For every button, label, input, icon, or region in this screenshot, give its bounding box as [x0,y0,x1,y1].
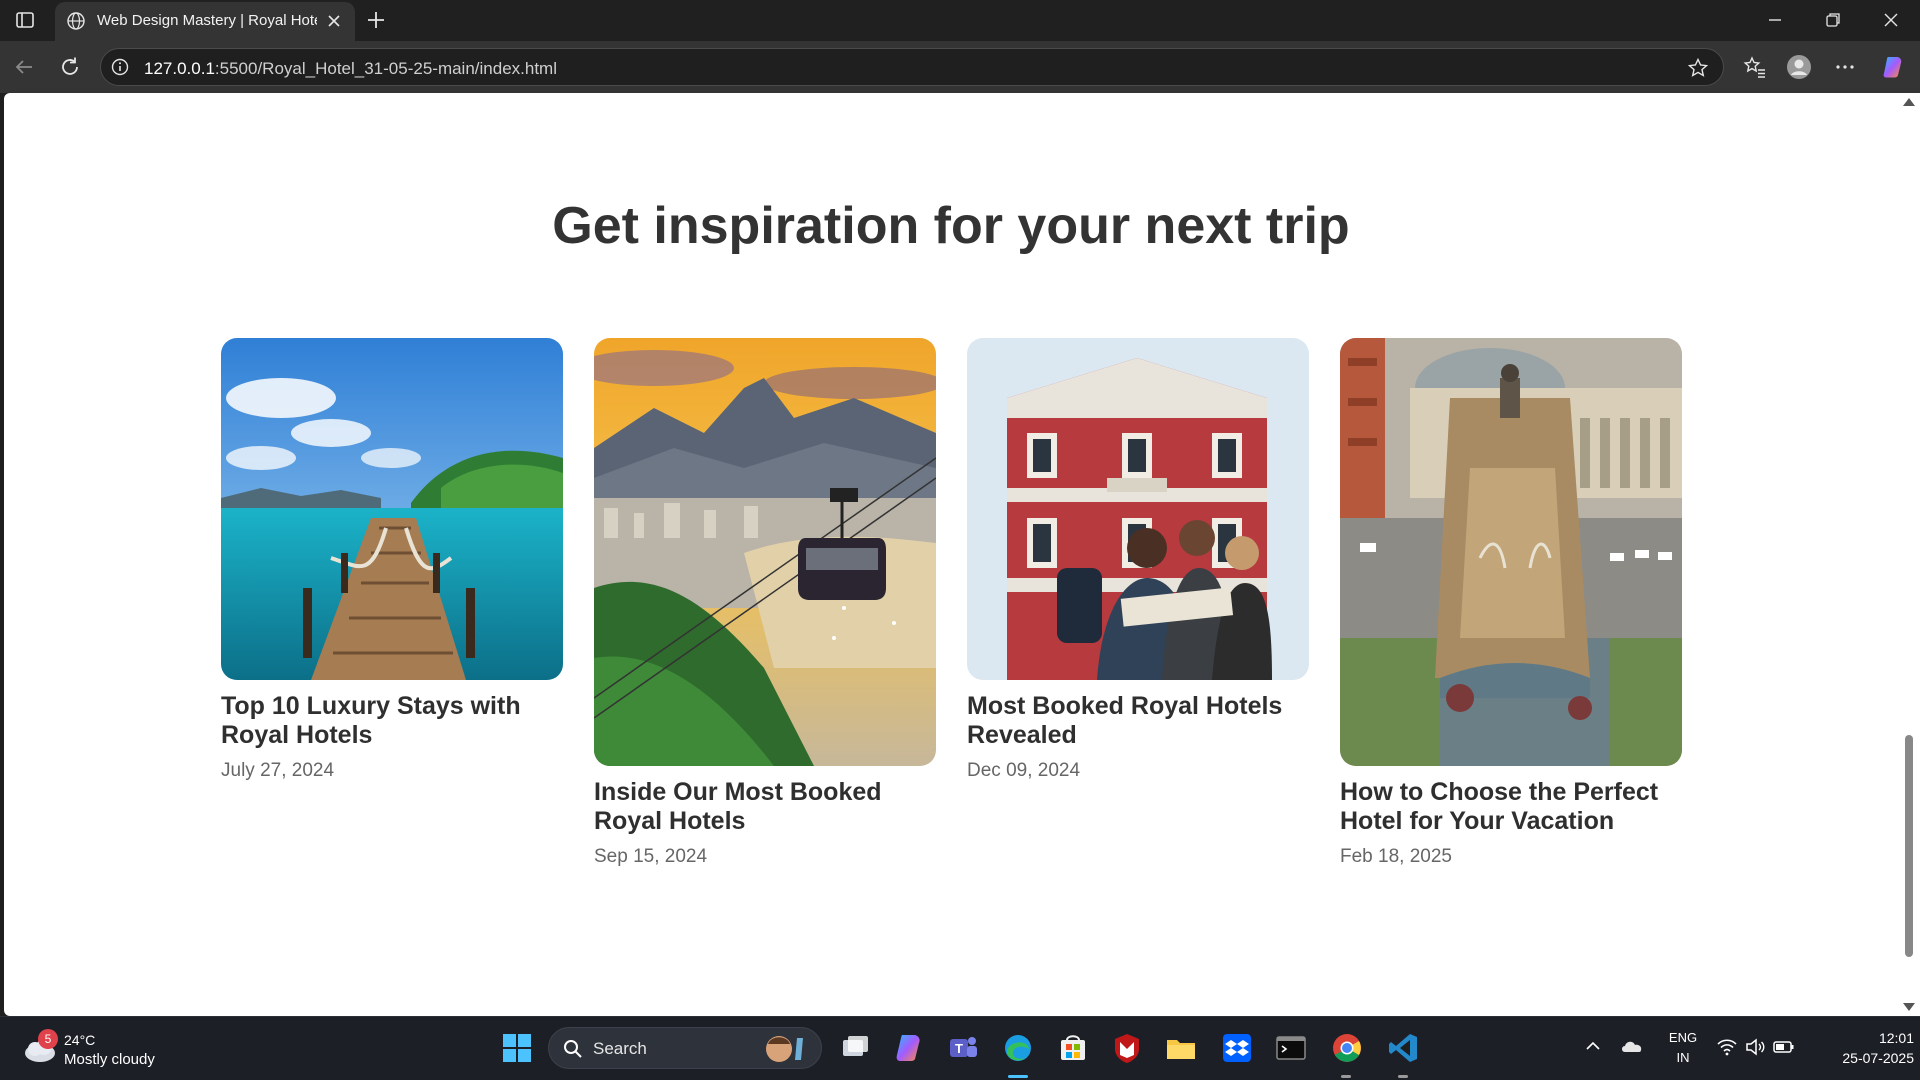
blog-card[interactable]: Inside Our Most Booked Royal Hotels Sep … [594,338,936,868]
blog-card[interactable]: Most Booked Royal Hotels Revealed Dec 09… [967,338,1309,782]
tab-title: Web Design Mastery | Royal Hotel [97,12,317,29]
favorite-star-icon[interactable] [1687,57,1709,79]
battery-icon[interactable] [1772,1037,1796,1057]
weather-widget[interactable]: 5 24°C Mostly cloudy [22,1029,172,1071]
new-tab-icon[interactable] [364,8,388,32]
travelers-red-building-image[interactable] [967,338,1309,680]
language-code: ENG [1668,1030,1698,1045]
onedrive-icon[interactable] [1620,1037,1644,1055]
blog-card[interactable]: Top 10 Luxury Stays with Royal Hotels Ju… [221,338,563,782]
blog-card[interactable]: How to Choose the Perfect Hotel for Your… [1340,338,1682,868]
search-highlight-icon [766,1036,803,1062]
store-icon[interactable] [1056,1031,1090,1065]
weather-condition: Mostly cloudy [64,1051,155,1068]
mcafee-icon[interactable] [1110,1031,1144,1065]
search-icon [564,1040,582,1058]
taskbar: 5 24°C Mostly cloudy Search T ENG IN 12:… [0,1016,1920,1080]
address-toolbar: 127.0.0.1:5500/Royal_Hotel_31-05-25-main… [0,41,1920,93]
profile-avatar-icon[interactable] [1786,54,1812,80]
globe-icon [67,12,85,30]
page-viewport: Get inspiration for your next trip Top 1… [4,93,1898,1016]
region-code: IN [1676,1050,1690,1065]
url-path: :5500/Royal_Hotel_31-05-25-main/index.ht… [214,59,557,78]
scrollbar-thumb[interactable] [1905,735,1913,957]
card-date: Feb 18, 2025 [1340,846,1452,867]
url-bar[interactable]: 127.0.0.1:5500/Royal_Hotel_31-05-25-main… [100,48,1724,86]
minimize-icon[interactable] [1765,10,1785,30]
search-label: Search [593,1039,647,1058]
scroll-up-arrow-icon[interactable] [1903,98,1915,106]
svg-text:T: T [955,1041,963,1056]
volume-icon[interactable] [1744,1037,1766,1057]
scroll-down-arrow-icon[interactable] [1903,1003,1915,1011]
running-app-indicator [1398,1075,1408,1078]
card-title[interactable]: Top 10 Luxury Stays with Royal Hotels [221,692,563,750]
active-tab[interactable]: Web Design Mastery | Royal Hotel [55,2,355,41]
card-date: Sep 15, 2024 [594,846,708,867]
copilot-icon[interactable] [892,1031,926,1065]
folder-icon[interactable] [1164,1031,1198,1065]
taskbar-search[interactable]: Search [548,1027,822,1069]
terminal-icon[interactable] [1274,1031,1308,1065]
section-title: Get inspiration for your next trip [552,197,1350,255]
language-indicator[interactable]: ENG IN [1665,1028,1701,1068]
vertical-scrollbar[interactable] [1898,93,1920,1016]
vscode-icon[interactable] [1386,1031,1420,1065]
tropical-pier-image[interactable] [221,338,563,680]
more-options-icon[interactable] [1832,54,1858,80]
card-date: July 27, 2024 [221,760,335,781]
url-host: 127.0.0.1 [144,59,215,78]
reload-icon[interactable] [58,55,82,79]
site-info-icon[interactable] [111,58,129,76]
close-tab-icon[interactable] [325,12,343,30]
start-windows-icon[interactable] [500,1031,534,1065]
restore-icon[interactable] [1823,10,1843,30]
card-date: Dec 09, 2024 [967,760,1081,781]
card-title[interactable]: Inside Our Most Booked Royal Hotels [594,778,936,836]
chrome-icon[interactable] [1330,1031,1364,1065]
url-text: 127.0.0.1:5500/Royal_Hotel_31-05-25-main… [144,59,557,79]
dropbox-icon[interactable] [1220,1031,1254,1065]
cable-car-city-image[interactable] [594,338,936,766]
favorites-icon[interactable] [1742,54,1768,80]
edge-icon[interactable] [1001,1031,1035,1065]
fountain-plaza-image[interactable] [1340,338,1682,766]
temperature: 24°C [64,1032,96,1048]
show-hidden-icons-chevron-icon[interactable] [1584,1037,1602,1055]
running-app-indicator [1341,1075,1351,1078]
card-title[interactable]: Most Booked Royal Hotels Revealed [967,692,1309,750]
close-window-icon[interactable] [1881,10,1901,30]
copilot-browser-icon[interactable] [1880,54,1906,80]
clock-date: 25-07-2025 [1842,1050,1914,1066]
back-icon[interactable] [12,55,36,79]
task-view-icon[interactable] [838,1031,872,1065]
card-title[interactable]: How to Choose the Perfect Hotel for Your… [1340,778,1682,836]
active-app-indicator [1008,1075,1028,1078]
clock-time: 12:01 [1878,1030,1914,1046]
teams-icon[interactable]: T [946,1031,980,1065]
wifi-icon[interactable] [1716,1037,1738,1057]
system-clock[interactable]: 12:01 25-07-2025 [1804,1028,1914,1068]
browser-tab-bar: Web Design Mastery | Royal Hotel [0,0,1920,41]
weather-badge: 5 [38,1029,58,1049]
sidebar-toggle-icon[interactable] [14,9,36,31]
